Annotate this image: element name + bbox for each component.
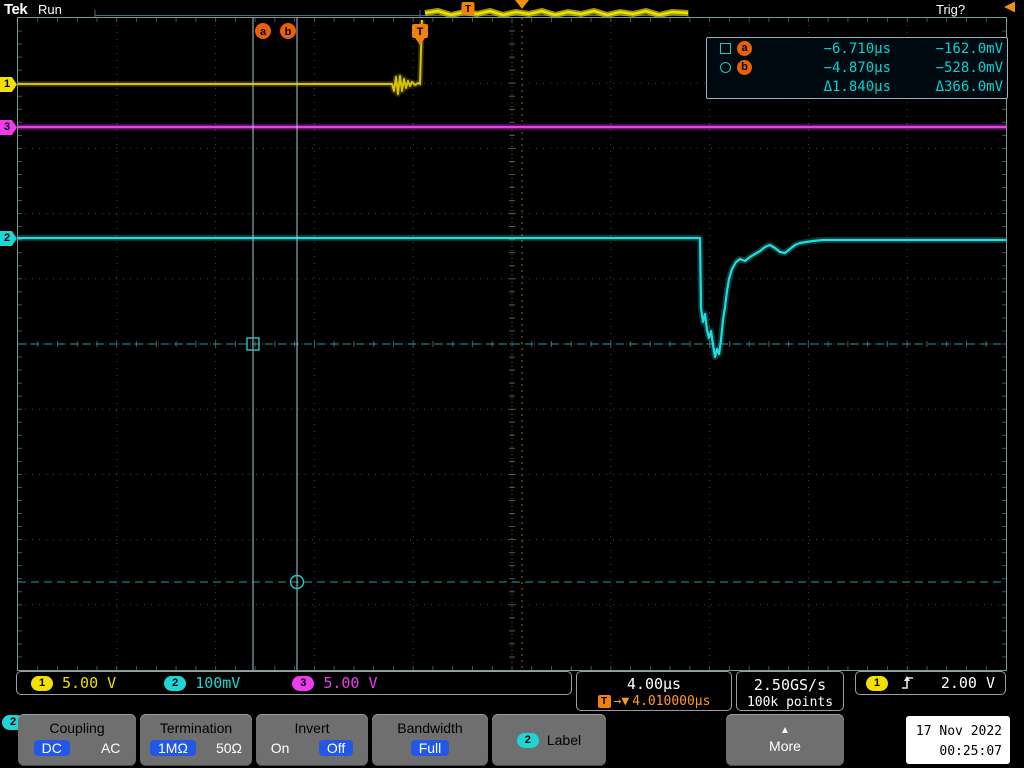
invert-label: Invert — [256, 720, 368, 736]
bandwidth-label: Bandwidth — [372, 720, 488, 736]
label-channel-badge: 2 — [517, 733, 539, 748]
more-button[interactable]: ▲ More — [726, 714, 844, 766]
label-button-text: Label — [547, 732, 581, 748]
acquisition-readout: 2.50GS/s 100k points — [736, 671, 844, 711]
trigger-level-indicator-arrow[interactable] — [1004, 2, 1015, 13]
ch2-waveform — [18, 238, 1006, 357]
cursor-delta-voltage: Δ366.0mV — [936, 79, 1003, 95]
bandwidth-full-option[interactable]: Full — [411, 740, 450, 756]
trigger-source-badge: 1 — [866, 676, 888, 691]
ch1-waveform-glow — [18, 20, 422, 94]
cursor-a-voltage: −162.0mV — [936, 41, 1003, 57]
channel-3-scale: 5.00 V — [323, 674, 377, 692]
ch2-waveform-glow — [18, 238, 1006, 357]
trigger-delay-readout: T →▼ 4.010000µs — [577, 694, 731, 709]
oscilloscope-screen: T Tek Run Trig? abT 1 3 2 a −6.710µs −16… — [0, 0, 1024, 768]
termination-button[interactable]: Termination 1MΩ 50Ω — [140, 714, 252, 766]
cursor-readout-box: a −6.710µs −162.0mV b −4.870µs −528.0mV … — [706, 37, 1008, 99]
label-button[interactable]: 2 Label — [492, 714, 606, 766]
channel-1-badge: 1 — [31, 676, 53, 691]
bandwidth-button[interactable]: Bandwidth Full — [372, 714, 488, 766]
vertical-scale-readout: 1 5.00 V 2 100mV 3 5.00 V — [16, 671, 572, 695]
trigger-level-value: 2.00 V — [941, 674, 995, 692]
cursor-a-top-badge-label: a — [260, 26, 267, 38]
cursor-a-square-icon — [720, 43, 731, 54]
cursor-a-badge: a — [737, 41, 752, 56]
cursor-b-badge: b — [737, 60, 752, 75]
graticule-frame: abT — [17, 17, 1007, 671]
coupling-dc-option[interactable]: DC — [34, 740, 70, 756]
cursor-delta-time: Δ1.840µs — [824, 79, 891, 95]
record-view-trigger-flag-label: T — [465, 4, 471, 15]
invert-off-option[interactable]: Off — [319, 740, 353, 756]
cursor-b-circle-icon — [720, 62, 731, 73]
trigger-status: Trig? — [936, 2, 965, 17]
termination-label: Termination — [140, 720, 252, 736]
cursor-b-time: −4.870µs — [824, 60, 891, 76]
channel-1-scale: 5.00 V — [62, 674, 116, 692]
date-value: 17 Nov 2022 — [914, 722, 1002, 742]
record-length: 100k points — [737, 695, 843, 710]
sample-rate: 2.50GS/s — [737, 676, 843, 694]
more-up-arrow-icon: ▲ — [780, 726, 790, 736]
termination-50ohm-option[interactable]: 50Ω — [216, 740, 242, 756]
delay-arrows-icon: →▼ — [614, 694, 630, 709]
channel-2-position-marker[interactable]: 2 — [0, 231, 17, 246]
channel-2-scale: 100mV — [195, 674, 240, 692]
channel-3-position-marker[interactable]: 3 — [0, 120, 17, 135]
horizontal-readout: 4.00µs T →▼ 4.010000µs — [576, 671, 732, 711]
softkey-menu-bar: 2 Coupling DC AC Termination 1MΩ 50Ω Inv… — [0, 712, 1024, 768]
top-status-bar: T Tek Run Trig? — [0, 0, 1024, 18]
channel-2-badge: 2 — [164, 676, 186, 691]
timebase-value: 4.00µs — [577, 675, 731, 693]
trigger-delay-value: 4.010000µs — [632, 694, 710, 709]
invert-on-option[interactable]: On — [271, 740, 290, 756]
termination-1mohm-option[interactable]: 1MΩ — [150, 740, 196, 756]
tek-logo: Tek — [4, 1, 27, 18]
channel-3-badge: 3 — [292, 676, 314, 691]
more-button-text: More — [769, 738, 801, 754]
cursor-a-time: −6.710µs — [824, 41, 891, 57]
rising-edge-icon — [901, 675, 915, 691]
cursor-b-top-badge-label: b — [285, 26, 292, 38]
acquisition-status: Run — [38, 2, 62, 17]
expansion-point-indicator[interactable] — [515, 0, 529, 9]
coupling-button[interactable]: Coupling DC AC — [18, 714, 136, 766]
trigger-readout: 1 2.00 V — [855, 671, 1006, 695]
record-view-strip: T — [0, 0, 1024, 18]
trigger-flag-label: T — [417, 26, 424, 38]
graticule-display: abT — [18, 18, 1006, 670]
datetime-display: 17 Nov 2022 00:25:07 — [906, 716, 1010, 764]
coupling-ac-option[interactable]: AC — [101, 740, 120, 756]
invert-button[interactable]: Invert On Off — [256, 714, 368, 766]
channel-1-position-marker[interactable]: 1 — [0, 77, 17, 92]
cursor-b-voltage: −528.0mV — [936, 60, 1003, 76]
trigger-t-icon: T — [598, 695, 611, 708]
time-value: 00:25:07 — [914, 742, 1002, 762]
coupling-label: Coupling — [18, 720, 136, 736]
